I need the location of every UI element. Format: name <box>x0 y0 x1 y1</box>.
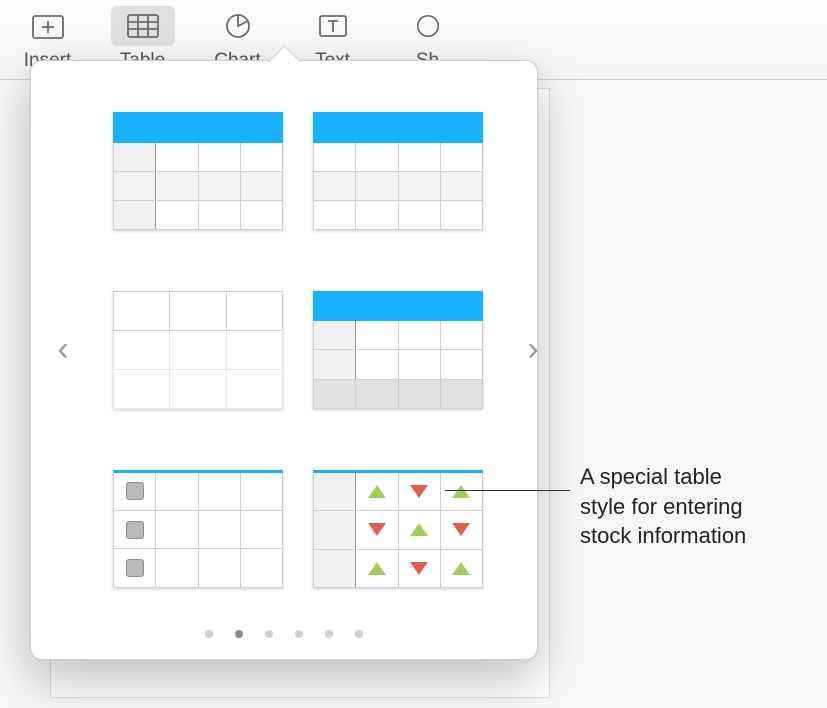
table-style-checklist[interactable] <box>113 470 283 588</box>
callout-leader-line <box>445 490 570 491</box>
callout-line2: style for entering <box>580 494 743 519</box>
page-dot[interactable] <box>205 630 213 638</box>
page-dot[interactable] <box>235 630 243 638</box>
table-style-header-plain[interactable] <box>313 112 483 230</box>
table-style-plain-grid[interactable] <box>113 291 283 409</box>
text-icon <box>316 12 350 40</box>
table-styles-popover: ‹ › <box>30 60 538 660</box>
chart-icon <box>221 12 255 40</box>
insert-icon <box>31 12 65 40</box>
table-style-stock[interactable] <box>313 470 483 588</box>
table-styles-grid: ‹ › <box>31 61 537 609</box>
next-page-button[interactable]: › <box>518 330 548 369</box>
chevron-right-icon: › <box>527 330 538 368</box>
table-style-header-sidecol[interactable] <box>113 112 283 230</box>
page-dot[interactable] <box>325 630 333 638</box>
prev-page-button[interactable]: ‹ <box>48 330 78 369</box>
table-style-header-footer[interactable] <box>313 291 483 409</box>
table-icon <box>126 12 160 40</box>
callout-line3: stock information <box>580 523 746 548</box>
callout-line1: A special table <box>580 464 722 489</box>
page-dots <box>31 609 537 659</box>
callout-text: A special table style for entering stock… <box>580 462 820 551</box>
chevron-left-icon: ‹ <box>57 330 68 368</box>
shape-icon <box>415 12 441 40</box>
page-dot[interactable] <box>295 630 303 638</box>
page-dot[interactable] <box>265 630 273 638</box>
page-dot[interactable] <box>355 630 363 638</box>
